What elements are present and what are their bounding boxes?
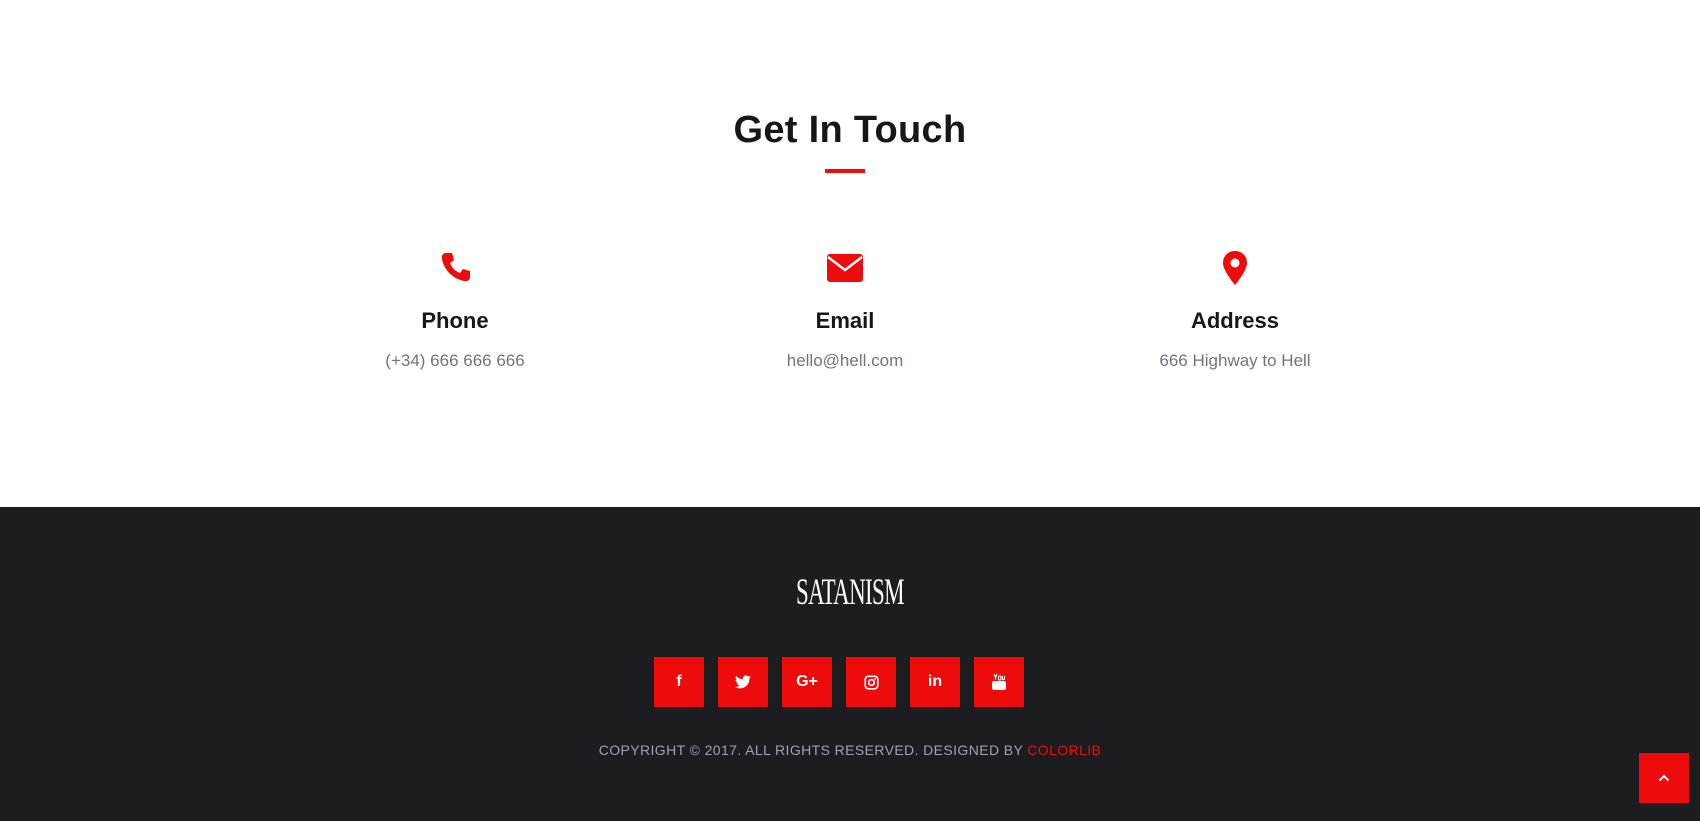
chevron-up-icon — [1658, 774, 1670, 782]
contact-value: 666 Highway to Hell — [1159, 351, 1311, 370]
phone-icon — [441, 253, 470, 282]
copyright: COPYRIGHT © 2017. ALL RIGHTS RESERVED. D… — [0, 740, 1700, 760]
contact-item-email: Email hello@hell.com — [665, 248, 1025, 372]
contact-label: Phone — [421, 308, 489, 333]
copyright-text: COPYRIGHT © 2017. ALL RIGHTS RESERVED. D… — [598, 742, 1023, 758]
linkedin-icon: in — [927, 673, 943, 690]
contact-item-address: Address 666 Highway to Hell — [1055, 248, 1415, 372]
youtube-icon — [992, 674, 1006, 690]
twitter-icon — [735, 675, 751, 689]
back-to-top-button[interactable] — [1639, 753, 1689, 803]
envelope-icon — [827, 254, 863, 282]
map-marker-icon — [1223, 251, 1247, 285]
designer-link[interactable]: COLORLIB — [1027, 742, 1101, 758]
contact-value: (+34) 666 666 666 — [385, 351, 525, 370]
contact-item-phone: Phone (+34) 666 666 666 — [275, 248, 635, 372]
google-plus-button[interactable]: G+ — [782, 657, 832, 707]
title-underline — [825, 169, 865, 173]
contact-value[interactable]: hello@hell.com — [665, 350, 1025, 372]
contact-label: Address — [1190, 308, 1280, 333]
section-title: Get In Touch — [733, 109, 967, 151]
instagram-icon — [863, 674, 879, 690]
youtube-button[interactable] — [974, 657, 1024, 707]
social-links: f G+ in — [654, 657, 1024, 707]
facebook-icon: f — [676, 673, 682, 690]
linkedin-button[interactable]: in — [910, 657, 960, 707]
facebook-button[interactable]: f — [654, 657, 704, 707]
twitter-button[interactable] — [718, 657, 768, 707]
instagram-button[interactable] — [846, 657, 896, 707]
footer-logo[interactable]: SATANISM — [323, 573, 1377, 613]
contact-section: Get In Touch Phone (+34) 666 666 666 Ema… — [0, 0, 1700, 507]
google-plus-icon: G+ — [796, 673, 818, 690]
contact-label: Email — [815, 308, 875, 333]
